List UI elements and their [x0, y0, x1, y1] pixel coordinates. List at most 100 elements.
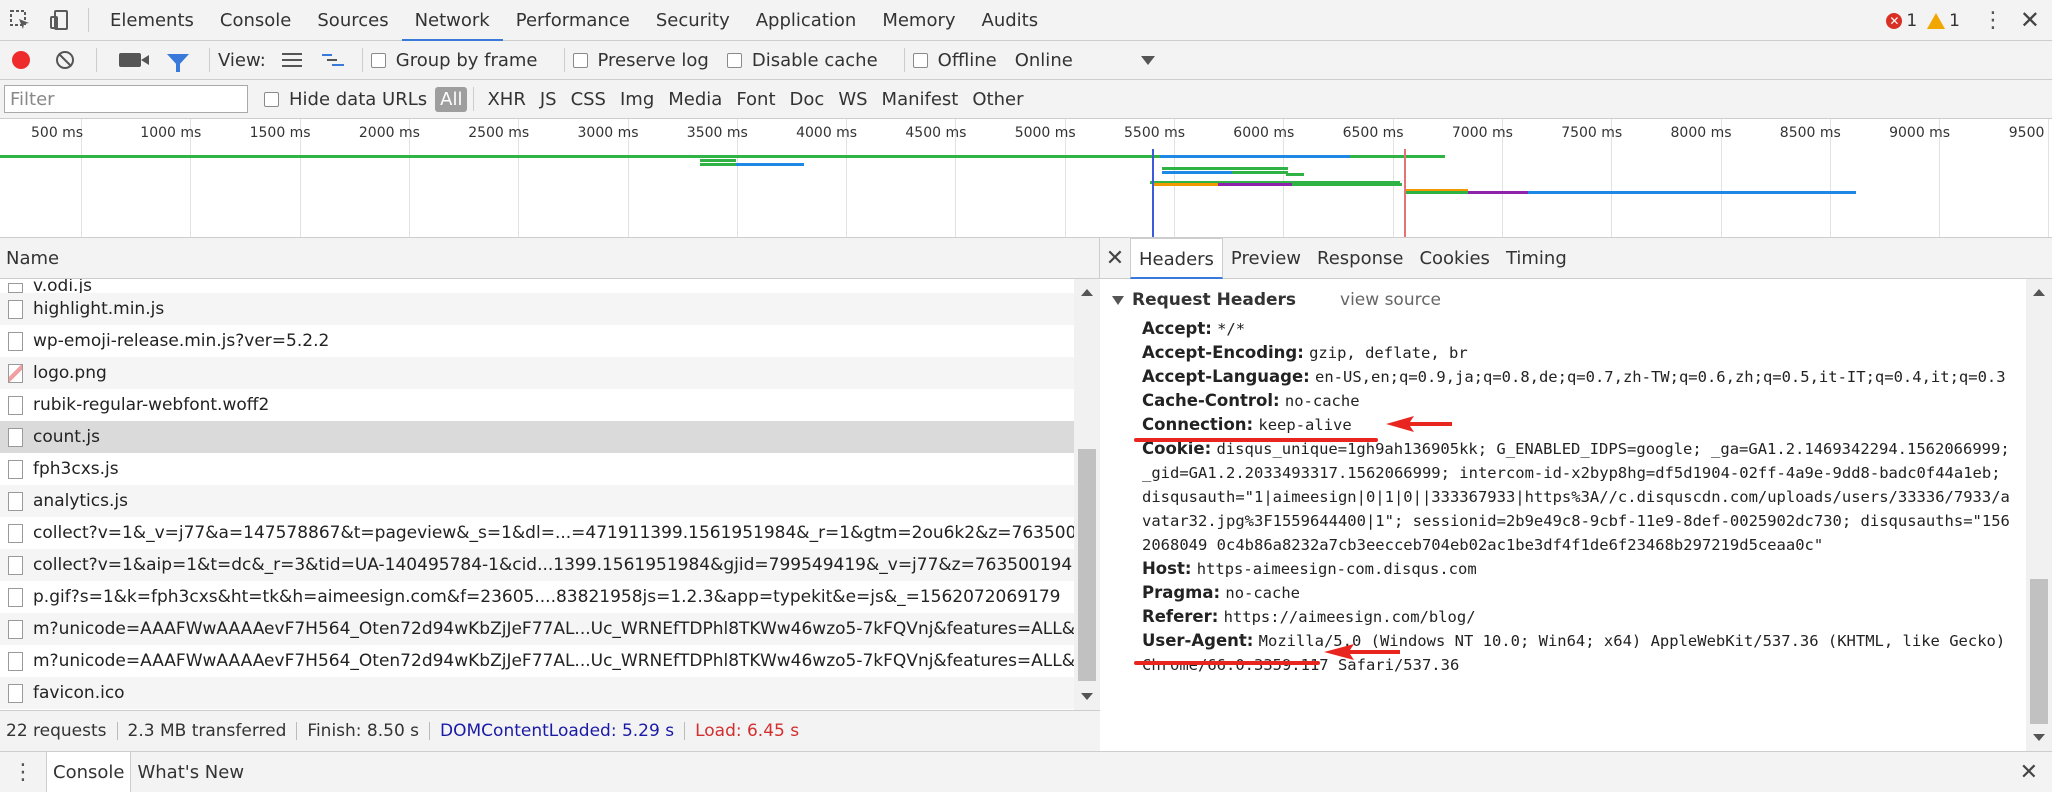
request-header-row: Cache-Control: no-cache: [1112, 389, 2026, 413]
tab-application[interactable]: Application: [743, 0, 870, 41]
throttling-dropdown-icon[interactable]: [1140, 55, 1155, 65]
annotation-arrow-icon: [1386, 416, 1452, 432]
list-item[interactable]: analytics.js: [0, 485, 1074, 517]
timeline-tick-label: 4500 ms: [905, 125, 967, 141]
close-drawer-icon[interactable]: ✕: [2020, 760, 2038, 785]
timeline-bar: [1240, 167, 1288, 170]
tab-response[interactable]: Response: [1309, 238, 1411, 279]
divider: [684, 722, 686, 740]
scroll-down-icon[interactable]: [1081, 693, 1093, 700]
timeline-tick-label: 2500 ms: [468, 125, 530, 141]
timeline-tick-label: 5500 ms: [1124, 125, 1186, 141]
filter-input[interactable]: [4, 85, 248, 113]
scrollbar-thumb[interactable]: [2030, 579, 2048, 724]
device-toolbar-icon[interactable]: [40, 0, 80, 41]
list-item[interactable]: favicon.ico: [0, 677, 1074, 709]
issues-counter[interactable]: ✕ 1 1: [1886, 0, 1960, 41]
inspect-element-icon[interactable]: [0, 0, 40, 41]
filter-type-js[interactable]: JS: [533, 89, 564, 110]
filter-type-manifest[interactable]: Manifest: [875, 89, 966, 110]
list-item[interactable]: count.js: [0, 421, 1074, 453]
tab-elements[interactable]: Elements: [97, 0, 207, 41]
list-item[interactable]: logo.png: [0, 357, 1074, 389]
details-tab-bar: ✕ Headers Preview Response Cookies Timin…: [1100, 237, 2052, 279]
list-item-label: m?unicode=AAAFWwAAAAevF7H564_Oten72d94wK…: [33, 651, 1074, 671]
list-item[interactable]: wp-emoji-release.min.js?ver=5.2.2: [0, 325, 1074, 357]
details-scrollbar[interactable]: [2026, 279, 2052, 751]
filter-type-css[interactable]: CSS: [564, 89, 613, 110]
preserve-log-checkbox[interactable]: [572, 52, 588, 68]
scroll-down-icon[interactable]: [2033, 734, 2045, 741]
network-status-bar: 22 requests 2.3 MB transferred Finish: 8…: [0, 710, 1100, 751]
tab-headers[interactable]: Headers: [1130, 237, 1223, 279]
tab-timing[interactable]: Timing: [1498, 238, 1575, 279]
list-item[interactable]: rubik-regular-webfont.woff2: [0, 389, 1074, 421]
list-item[interactable]: collect?v=1&aip=1&t=dc&_r=3&tid=UA-14049…: [0, 549, 1074, 581]
scrollbar-thumb[interactable]: [1078, 449, 1096, 681]
tab-sources[interactable]: Sources: [304, 0, 401, 41]
request-header-row: Referer: https://aimeesign.com/blog/: [1112, 605, 2026, 629]
filter-type-doc[interactable]: Doc: [783, 89, 832, 110]
divider: [361, 48, 363, 72]
tab-console[interactable]: Console: [207, 0, 304, 41]
overview-icon[interactable]: [321, 53, 344, 67]
transferred-size: 2.3 MB transferred: [127, 721, 287, 741]
filter-type-all[interactable]: All: [435, 86, 468, 112]
header-name: Cache-Control:: [1142, 391, 1280, 410]
list-item[interactable]: m?unicode=AAAFWwAAAAevF7H564_Oten72d94wK…: [0, 645, 1074, 677]
tab-security[interactable]: Security: [643, 0, 743, 41]
file-icon: [8, 587, 23, 607]
throttling-select[interactable]: Online: [1015, 50, 1073, 71]
filter-type-media[interactable]: Media: [661, 89, 729, 110]
scroll-up-icon[interactable]: [2033, 289, 2045, 296]
filter-type-font[interactable]: Font: [729, 89, 782, 110]
large-rows-icon[interactable]: [281, 53, 302, 67]
tab-performance[interactable]: Performance: [503, 0, 643, 41]
disable-cache-label: Disable cache: [751, 49, 878, 71]
warning-count: 1: [1949, 10, 1960, 31]
scroll-up-icon[interactable]: [1081, 289, 1093, 296]
name-column-header[interactable]: Name: [0, 238, 1099, 279]
timeline-bar: [700, 163, 736, 166]
filter-type-other[interactable]: Other: [965, 89, 1030, 110]
list-item[interactable]: p.gif?s=1&k=fph3cxs&ht=tk&h=aimeesign.co…: [0, 581, 1074, 613]
tab-preview[interactable]: Preview: [1223, 238, 1309, 279]
offline-checkbox[interactable]: [912, 52, 928, 68]
more-options-icon[interactable]: ⋮: [1982, 0, 2004, 41]
list-item-label: logo.png: [33, 363, 107, 383]
tab-network[interactable]: Network: [401, 0, 503, 41]
list-item[interactable]: fph3cxs.js: [0, 453, 1074, 485]
filter-type-ws[interactable]: WS: [831, 89, 874, 110]
list-item-label: favicon.ico: [33, 683, 125, 703]
list-item[interactable]: m?unicode=AAAFWwAAAAevF7H564_Oten72d94wK…: [0, 613, 1074, 645]
tab-audits[interactable]: Audits: [969, 0, 1052, 41]
close-details-icon[interactable]: ✕: [1100, 246, 1130, 271]
list-item[interactable]: highlight.min.js: [0, 293, 1074, 325]
header-name: Accept-Language:: [1142, 367, 1310, 386]
expand-triangle-icon[interactable]: [1112, 295, 1124, 305]
network-overview-timeline[interactable]: 500 ms 1000 ms 1500 ms 2000 ms 2500 ms 3000 m…: [0, 119, 2052, 238]
hide-data-urls-checkbox[interactable]: [264, 91, 279, 107]
filter-type-img[interactable]: Img: [613, 89, 661, 110]
filter-icon[interactable]: [167, 54, 189, 72]
tab-cookies[interactable]: Cookies: [1411, 238, 1497, 279]
list-item[interactable]: collect?v=1&_v=j77&a=147578867&t=pagevie…: [0, 517, 1074, 549]
drawer-menu-icon[interactable]: ⋮: [0, 760, 46, 785]
list-item[interactable]: v.odi.js: [0, 279, 1074, 293]
tab-memory[interactable]: Memory: [869, 0, 968, 41]
clear-icon[interactable]: [56, 51, 74, 69]
request-list-scrollbar[interactable]: [1074, 279, 1100, 710]
request-list: Name v.odi.js highlight.min.js wp-emoji-…: [0, 238, 1100, 710]
request-headers-section[interactable]: Request Headers view source: [1112, 283, 2026, 317]
drawer-tab-whats-new[interactable]: What's New: [131, 752, 250, 792]
file-icon: [8, 283, 23, 293]
capture-screenshots-icon[interactable]: [119, 53, 149, 67]
close-devtools-icon[interactable]: ✕: [2020, 0, 2040, 41]
filter-type-xhr[interactable]: XHR: [480, 89, 532, 110]
timeline-bar: [1162, 171, 1232, 174]
view-source-link[interactable]: view source: [1340, 290, 1441, 310]
group-by-frame-checkbox[interactable]: [370, 52, 386, 68]
disable-cache-checkbox[interactable]: [726, 52, 742, 68]
record-icon[interactable]: [12, 51, 30, 69]
drawer-tab-console[interactable]: Console: [46, 751, 132, 792]
